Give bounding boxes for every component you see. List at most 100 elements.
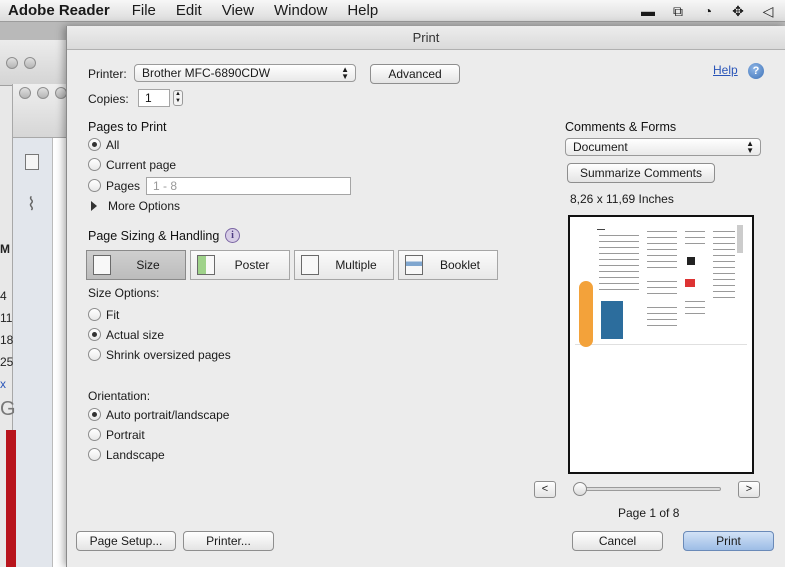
advanced-button[interactable]: Advanced (370, 64, 460, 84)
printer-select[interactable]: Brother MFC-6890CDW ▲ ▼ (134, 64, 356, 82)
minimize-window-icon[interactable] (24, 57, 36, 69)
preview-orange-tab (579, 281, 593, 347)
time-machine-icon[interactable]: ◔ (697, 2, 719, 20)
window-controls (6, 57, 36, 69)
battery-icon[interactable]: ▬ (637, 2, 659, 20)
next-page-button[interactable]: > (738, 481, 760, 498)
background-document-window: ⌇ (12, 84, 70, 567)
size-button[interactable]: Size (86, 250, 186, 280)
poster-button-label: Poster (234, 258, 270, 272)
pages-range-radio[interactable] (88, 179, 101, 192)
landscape-label[interactable]: Landscape (106, 448, 165, 462)
close-doc-icon[interactable] (19, 87, 31, 99)
pages-all-label[interactable]: All (106, 138, 119, 152)
pages-icon[interactable] (25, 154, 39, 170)
preview-page-thumbnail (575, 221, 747, 347)
bg-text-fragment: M (0, 242, 10, 256)
multiple-icon (301, 255, 319, 275)
poster-icon (197, 255, 215, 275)
page-sizing-heading: Page Sizing & Handling (88, 229, 220, 243)
copies-label: Copies: (88, 92, 129, 106)
bg-text-fragment: 11 (0, 311, 13, 325)
help-icon[interactable]: ? (748, 63, 764, 79)
preview-board-image (601, 301, 623, 339)
page-slider-track[interactable] (578, 487, 721, 491)
menu-file[interactable]: File (122, 2, 166, 19)
bg-text-fragment: x (0, 377, 6, 391)
bg-text-fragment: 18 (0, 333, 14, 347)
pages-to-print-heading: Pages to Print (88, 120, 167, 134)
attachment-icon[interactable]: ⌇ (27, 194, 36, 215)
current-page-label[interactable]: Current page (106, 158, 176, 172)
app-name[interactable]: Adobe Reader (0, 2, 122, 19)
pages-range-label[interactable]: Pages (106, 179, 140, 193)
bg-text-fragment: 4 (0, 289, 7, 303)
info-icon[interactable]: i (225, 228, 240, 243)
move-icon[interactable]: ✥ (727, 2, 749, 20)
auto-orientation-radio[interactable] (88, 408, 101, 421)
size-icon (93, 255, 111, 275)
background-sidebar: ⌇ (13, 138, 53, 567)
previous-page-button[interactable]: < (534, 481, 556, 498)
pages-range-input[interactable]: 1 - 8 (146, 177, 351, 195)
current-page-radio[interactable] (88, 158, 101, 171)
page-status: Page 1 of 8 (618, 506, 680, 520)
auto-orientation-label[interactable]: Auto portrait/landscape (106, 408, 229, 422)
portrait-radio[interactable] (88, 428, 101, 441)
cancel-button[interactable]: Cancel (572, 531, 663, 551)
size-options-label: Size Options: (88, 286, 160, 300)
menu-extras: ▬ ⧉ ◔ ✥ ◁ (637, 2, 779, 20)
print-preview (568, 215, 754, 474)
shrink-label[interactable]: Shrink oversized pages (106, 348, 231, 362)
bg-text-fragment: G (0, 398, 16, 420)
bg-text-fragment: 25 (0, 355, 14, 369)
orientation-label: Orientation: (88, 389, 151, 403)
menu-help[interactable]: Help (337, 2, 388, 19)
disclosure-triangle-icon[interactable] (91, 201, 97, 211)
pages-all-radio[interactable] (88, 138, 101, 151)
comments-forms-select[interactable]: Document ▲ ▼ (565, 138, 761, 156)
actual-size-radio[interactable] (88, 328, 101, 341)
size-button-label: Size (136, 258, 160, 272)
fit-label[interactable]: Fit (106, 308, 119, 322)
booklet-button[interactable]: Booklet (398, 250, 498, 280)
portrait-label[interactable]: Portrait (106, 428, 145, 442)
landscape-radio[interactable] (88, 448, 101, 461)
dialog-title: Print (67, 26, 785, 50)
printer-label: Printer: (88, 67, 127, 81)
poster-button[interactable]: Poster (190, 250, 290, 280)
menu-view[interactable]: View (212, 2, 264, 19)
popup-arrows-icon: ▲ ▼ (341, 65, 349, 81)
fit-radio[interactable] (88, 308, 101, 321)
document-window-controls (19, 87, 67, 99)
shrink-radio[interactable] (88, 348, 101, 361)
printer-button[interactable]: Printer... (183, 531, 274, 551)
sound-icon[interactable]: ◁ (757, 2, 779, 20)
more-options-label[interactable]: More Options (108, 199, 180, 213)
menu-window[interactable]: Window (264, 2, 337, 19)
bg-red-stripe (6, 430, 16, 567)
copies-stepper[interactable]: ▲ ▼ (173, 90, 183, 106)
multiple-button-label: Multiple (335, 258, 377, 272)
popup-arrows-icon: ▲ ▼ (746, 139, 754, 155)
page-slider-knob[interactable] (573, 482, 587, 496)
help-link[interactable]: Help (713, 63, 738, 77)
copies-input[interactable]: 1 (138, 89, 170, 107)
close-window-icon[interactable] (6, 57, 18, 69)
booklet-button-label: Booklet (439, 258, 481, 272)
page-setup-button[interactable]: Page Setup... (76, 531, 176, 551)
print-dialog: Print Printer: Brother MFC-6890CDW ▲ ▼ Ad… (66, 26, 785, 567)
summarize-comments-button[interactable]: Summarize Comments (567, 163, 715, 183)
display-icon[interactable]: ⧉ (667, 2, 689, 20)
multiple-button[interactable]: Multiple (294, 250, 394, 280)
menu-edit[interactable]: Edit (166, 2, 212, 19)
comments-forms-value: Document (573, 140, 628, 154)
booklet-icon (405, 255, 423, 275)
comments-forms-heading: Comments & Forms (565, 120, 677, 134)
paper-size-label: 8,26 x 11,69 Inches (570, 192, 674, 206)
menu-bar: Adobe Reader File Edit View Window Help … (0, 0, 785, 22)
actual-size-label[interactable]: Actual size (106, 328, 164, 342)
printer-value: Brother MFC-6890CDW (142, 66, 271, 80)
minimize-doc-icon[interactable] (37, 87, 49, 99)
print-button[interactable]: Print (683, 531, 774, 551)
